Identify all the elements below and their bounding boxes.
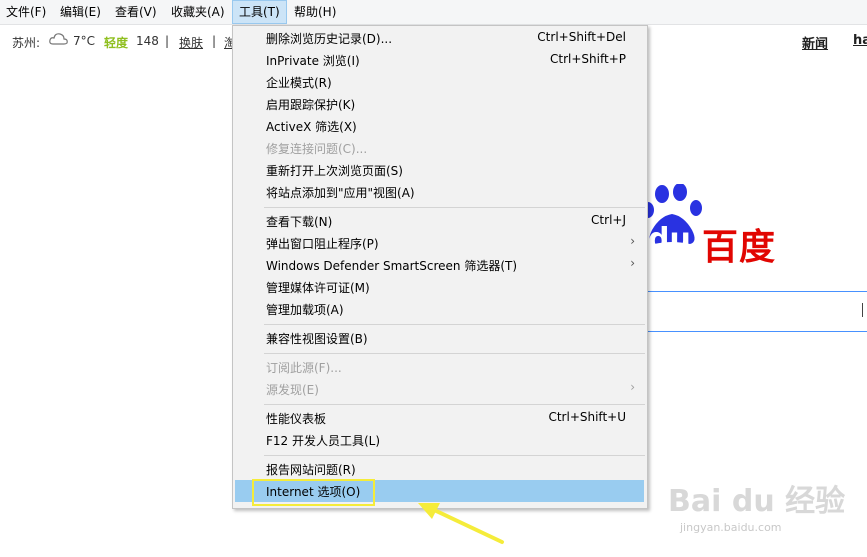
menu-item-f12-devtools[interactable]: F12 开发人员工具(L) (233, 429, 647, 451)
menu-item-label: 企业模式(R) (266, 76, 332, 90)
menu-item-label: 源发现(E) (266, 383, 319, 397)
logo-baidu-text: 百度 (702, 227, 777, 268)
watermark-text: Bai du 经验 (668, 484, 846, 519)
menu-item-label: 删除浏览历史记录(D)... (266, 32, 393, 46)
nav-news[interactable]: 新闻 (802, 33, 828, 52)
menu-item-add-to-apps[interactable]: 将站点添加到"应用"视图(A) (233, 181, 647, 203)
menu-item-media-licenses[interactable]: 管理媒体许可证(M) (233, 276, 647, 298)
menu-item-inprivate[interactable]: InPrivate 浏览(I) Ctrl+Shift+P (233, 49, 647, 71)
menu-item-shortcut: Ctrl+Shift+Del (537, 30, 626, 44)
menu-item-delete-history[interactable]: 删除浏览历史记录(D)... Ctrl+Shift+Del (233, 27, 647, 49)
menu-separator (264, 207, 645, 208)
menu-separator (264, 353, 645, 354)
menu-bar: 文件(F) 编辑(E) 查看(V) 收藏夹(A) 工具(T) 帮助(H) (0, 0, 867, 25)
menu-favorites[interactable]: 收藏夹(A) (165, 0, 231, 24)
menu-item-label: InPrivate 浏览(I) (266, 54, 360, 68)
change-skin-link[interactable]: 换肤 (179, 34, 203, 51)
menu-item-label: Windows Defender SmartScreen 筛选器(T) (266, 259, 518, 273)
menu-item-tracking-protection[interactable]: 启用跟踪保护(K) (233, 93, 647, 115)
menu-item-subscribe-feed: 订阅此源(F)... (233, 356, 647, 378)
menu-item-label: 性能仪表板 (266, 412, 327, 426)
menu-item-report-site[interactable]: 报告网站问题(R) (233, 458, 647, 480)
air-quality-label[interactable]: 轻度 (104, 34, 128, 51)
tools-dropdown-menu: 删除浏览历史记录(D)... Ctrl+Shift+Del InPrivate … (232, 25, 648, 509)
menu-item-label: 报告网站问题(R) (266, 463, 356, 477)
menu-item-manage-addons[interactable]: 管理加载项(A) (233, 298, 647, 320)
menu-item-reopen-session[interactable]: 重新打开上次浏览页面(S) (233, 159, 647, 181)
menu-item-shortcut: Ctrl+J (591, 213, 626, 227)
air-quality-value[interactable]: 148 (136, 34, 159, 48)
menu-item-activex-filter[interactable]: ActiveX 筛选(X) (233, 115, 647, 137)
cloud-icon (49, 32, 69, 49)
divider: | (165, 34, 170, 48)
menu-item-enterprise-mode[interactable]: 企业模式(R) (233, 71, 647, 93)
menu-separator (264, 455, 645, 456)
menu-item-label: 弹出窗口阻止程序(P) (266, 237, 379, 251)
annotation-arrow-icon (418, 503, 504, 544)
menu-item-compat-view[interactable]: 兼容性视图设置(B) (233, 327, 647, 349)
menu-item-fix-connection: 修复连接问题(C)... (233, 137, 647, 159)
menu-item-view-downloads[interactable]: 查看下载(N) Ctrl+J (233, 210, 647, 232)
menu-item-label: 修复连接问题(C)... (266, 142, 368, 156)
menu-item-label: F12 开发人员工具(L) (266, 434, 381, 448)
menu-tools[interactable]: 工具(T) (232, 0, 287, 24)
submenu-arrow-icon: › (630, 380, 635, 394)
menu-item-label: 兼容性视图设置(B) (266, 332, 368, 346)
menu-item-label: 管理媒体许可证(M) (266, 281, 370, 295)
watermark-url: jingyan.baidu.com (680, 521, 782, 534)
menu-item-smartscreen[interactable]: Windows Defender SmartScreen 筛选器(T) › (233, 254, 647, 276)
menu-help[interactable]: 帮助(H) (288, 0, 342, 24)
logo-du-text: du (648, 222, 691, 257)
menu-item-performance-dashboard[interactable]: 性能仪表板 Ctrl+Shift+U (233, 407, 647, 429)
menu-item-label: 管理加载项(A) (266, 303, 344, 317)
menu-item-shortcut: Ctrl+Shift+P (550, 52, 626, 66)
menu-item-feed-discovery: 源发现(E) › (233, 378, 647, 400)
menu-edit[interactable]: 编辑(E) (54, 0, 107, 24)
divider: | (212, 34, 217, 48)
menu-file[interactable]: 文件(F) (0, 0, 52, 24)
temperature: 7°C (73, 34, 96, 48)
menu-item-label: 重新打开上次浏览页面(S) (266, 164, 403, 178)
menu-item-label: 将站点添加到"应用"视图(A) (266, 186, 415, 200)
menu-separator (264, 404, 645, 405)
menu-item-label: ActiveX 筛选(X) (266, 120, 357, 134)
annotation-highlight-box (252, 479, 375, 506)
menu-item-label: 启用跟踪保护(K) (266, 98, 356, 112)
menu-view[interactable]: 查看(V) (109, 0, 163, 24)
nav-hao123-partial[interactable]: ha (853, 33, 867, 48)
text-cursor (862, 303, 863, 317)
menu-item-shortcut: Ctrl+Shift+U (548, 410, 626, 424)
search-input[interactable] (645, 291, 867, 332)
submenu-arrow-icon: › (630, 256, 635, 270)
menu-item-label: 查看下载(N) (266, 215, 333, 229)
menu-item-label: 订阅此源(F)... (266, 361, 342, 375)
menu-separator (264, 324, 645, 325)
menu-item-popup-blocker[interactable]: 弹出窗口阻止程序(P) › (233, 232, 647, 254)
city-label: 苏州: (12, 36, 41, 50)
submenu-arrow-icon: › (630, 234, 635, 248)
